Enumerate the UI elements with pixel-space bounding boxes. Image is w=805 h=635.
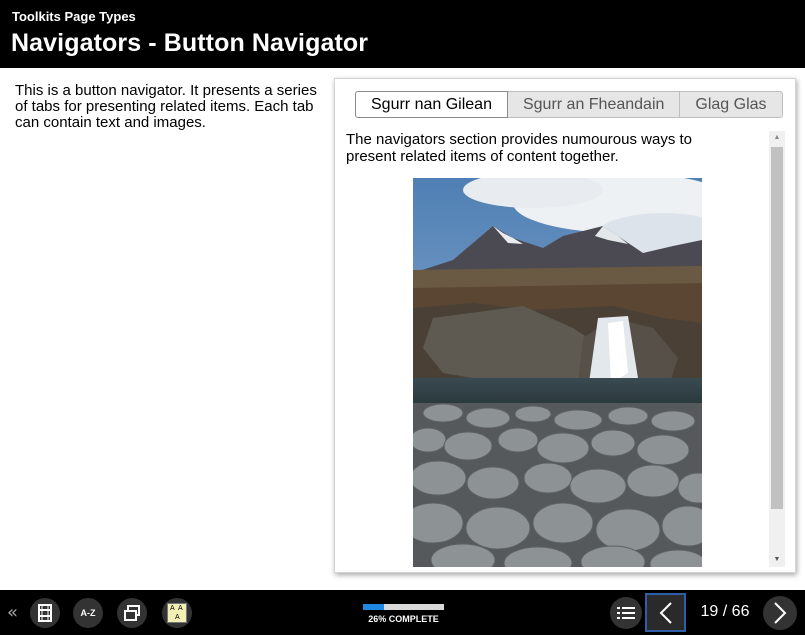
next-arrow-icon <box>774 602 787 624</box>
page-title: Navigators - Button Navigator <box>11 29 369 57</box>
text-size-glyph-large: A <box>178 605 183 612</box>
course-subtitle: Toolkits Page Types <box>12 9 136 24</box>
progress-indicator: 26% COMPLETE <box>363 604 444 624</box>
text-size-glyph-base: A <box>175 614 180 621</box>
page-header: Toolkits Page Types Navigators - Button … <box>0 0 805 68</box>
tab-content: The navigators section provides numourou… <box>346 131 756 567</box>
glossary-icon: A-Z <box>80 608 96 618</box>
mountain-waterfall-photo <box>413 178 702 567</box>
film-icon <box>38 604 52 622</box>
scroll-thumb[interactable] <box>771 147 783 509</box>
glossary-button[interactable]: A-Z <box>73 598 103 628</box>
menu-icon <box>617 607 635 619</box>
windows-button[interactable] <box>117 598 147 628</box>
footer-toolbar: « A-Z A A A 26% COMPLETE 19 / 66 <box>0 590 805 635</box>
next-page-button[interactable] <box>763 596 797 630</box>
film-button[interactable] <box>30 598 60 628</box>
scroll-down-icon[interactable]: ▼ <box>769 553 785 567</box>
tab-sgurr-nan-gilean[interactable]: Sgurr nan Gilean <box>355 91 508 118</box>
progress-label: 26% COMPLETE <box>368 614 439 624</box>
text-size-icon: A A A <box>167 603 187 623</box>
page-counter: 19 / 66 <box>700 603 750 620</box>
prev-arrow-icon <box>659 601 672 624</box>
navigator-panel: Sgurr nan Gilean Sgurr an Fheandain Glag… <box>334 78 796 573</box>
tab-glag-glas[interactable]: Glag Glas <box>680 91 783 118</box>
text-size-button[interactable]: A A A <box>162 598 192 628</box>
text-size-glyph-small: A <box>170 605 175 612</box>
previous-page-button[interactable] <box>645 593 686 632</box>
scrollbar[interactable]: ▲ ▼ <box>769 131 785 567</box>
tab-sgurr-an-fheandain[interactable]: Sgurr an Fheandain <box>507 91 681 118</box>
menu-button[interactable] <box>610 597 642 629</box>
tab-bar: Sgurr nan Gilean Sgurr an Fheandain Glag… <box>355 91 783 118</box>
content-area: This is a button navigator. It presents … <box>0 68 805 590</box>
scroll-up-icon[interactable]: ▲ <box>769 131 785 145</box>
collapse-icon[interactable]: « <box>7 602 18 623</box>
windows-icon <box>124 605 140 621</box>
progress-fill <box>363 604 385 610</box>
tab-body-text: The navigators section provides numourou… <box>346 131 693 165</box>
progress-track <box>363 604 444 610</box>
intro-text: This is a button navigator. It presents … <box>15 82 317 131</box>
